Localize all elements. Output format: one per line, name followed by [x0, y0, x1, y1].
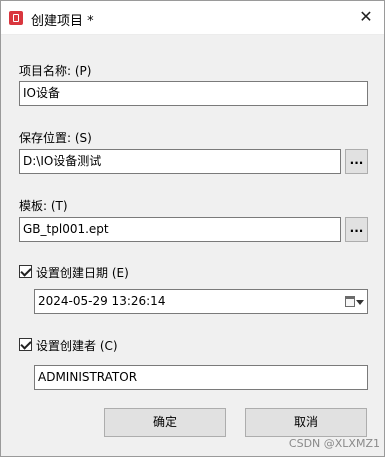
creator-input[interactable]: ADMINISTRATOR	[34, 365, 368, 390]
creator-label: 设置创建者 (C)	[36, 339, 118, 353]
template-input[interactable]: GB_tpl001.ept	[19, 217, 341, 242]
save-location-label: 保存位置: (S)	[19, 131, 92, 145]
title-bar: 创建项目 * ✕	[1, 1, 384, 35]
template-browse-button[interactable]: ...	[345, 217, 368, 242]
creation-date-checkbox[interactable]	[19, 265, 32, 278]
close-icon[interactable]: ✕	[358, 9, 374, 25]
save-location-input[interactable]: D:\IO设备测试	[19, 149, 341, 174]
dialog-title: 创建项目 *	[31, 14, 94, 29]
create-project-dialog: 创建项目 * ✕ 项目名称: (P) IO设备 保存位置: (S) D:\IO设…	[0, 0, 385, 457]
ok-button[interactable]: 确定	[104, 408, 226, 437]
chevron-down-icon[interactable]	[356, 300, 364, 305]
creation-date-picker[interactable]: 2024-05-29 13:26:14	[34, 289, 368, 314]
app-logo-icon	[9, 11, 23, 25]
creator-checkbox[interactable]	[19, 338, 32, 351]
project-name-input[interactable]: IO设备	[19, 81, 368, 106]
template-label: 模板: (T)	[19, 199, 68, 213]
save-location-browse-button[interactable]: ...	[345, 149, 368, 174]
project-name-label: 项目名称: (P)	[19, 64, 92, 78]
watermark: CSDN @XLXMZ1	[288, 437, 380, 450]
creation-date-label: 设置创建日期 (E)	[36, 266, 129, 280]
creation-date-value: 2024-05-29 13:26:14	[38, 294, 166, 308]
calendar-icon[interactable]	[345, 296, 355, 307]
cancel-button[interactable]: 取消	[245, 408, 367, 437]
